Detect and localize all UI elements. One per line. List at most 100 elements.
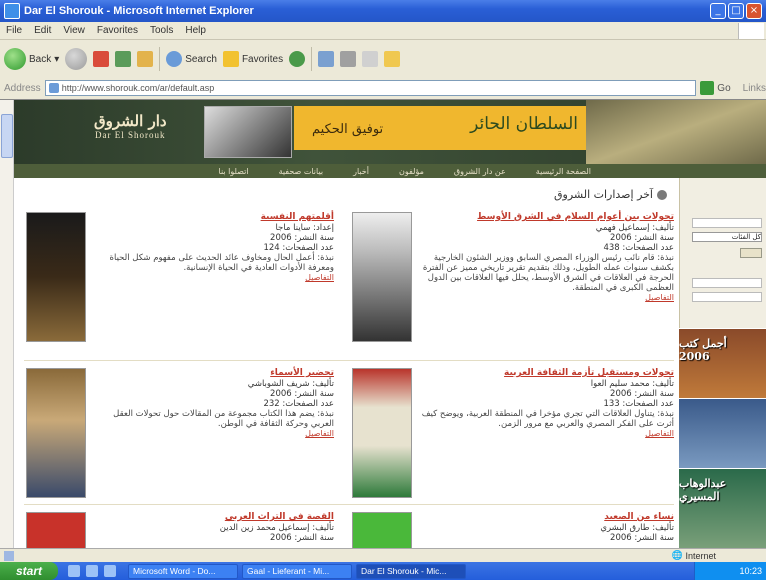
nav-authors[interactable]: مؤلفون [399,167,424,176]
book-cover[interactable] [26,368,86,498]
maximize-button[interactable]: □ [728,3,744,19]
featured-book-banner[interactable]: السلطان الحائر توفيق الحكيم [294,106,590,150]
book-title[interactable]: نساء من الصعيد [419,512,674,522]
search-field[interactable] [692,218,762,228]
book-cover[interactable] [352,368,412,498]
site-banner: دار الشروق Dar El Shorouk السلطان الحائر… [14,100,766,164]
book-cover[interactable] [26,212,86,342]
main-content: آخر إصدارات الشروق تحولات بين أعوام السل… [14,178,679,548]
favorites-label: Favorites [241,53,284,65]
address-url: http://www.shorouk.com/ar/default.asp [61,83,215,93]
featured-author: توفيق الحكيم [312,122,384,137]
desktop-quicklaunch-icon[interactable] [86,565,98,577]
promo-banner[interactable]: أجمل كتب 2006 [679,328,766,398]
forward-arrow-icon [65,48,88,70]
search-button[interactable]: Search [166,51,217,67]
nav-about[interactable]: عن دار الشروق [454,167,506,176]
scrollbar-thumb[interactable] [1,114,13,158]
menu-bar: File Edit View Favorites Tools Help [0,22,766,40]
category-select[interactable]: كل الفئات [692,232,762,242]
taskbar-item[interactable]: Microsoft Word - Do... [128,563,238,579]
book-info: تحضير الأسماء تأليف: شريف الشوباشي سنة ا… [94,368,334,439]
back-button[interactable]: Back ▾ [4,48,59,70]
edit-icon[interactable] [362,51,379,67]
book-title[interactable]: أقلمتهم النفسية [94,212,334,222]
minimize-button[interactable]: _ [710,3,726,19]
home-icon[interactable] [137,51,154,67]
go-button[interactable]: Go [700,81,731,95]
login-field[interactable] [692,278,762,288]
favorites-button[interactable]: Favorites [222,51,284,67]
book-cover[interactable] [26,512,86,548]
folder-icon[interactable] [384,51,401,67]
book-details-link[interactable]: التفاصيل [419,293,674,303]
book-cover[interactable] [352,512,412,548]
taskbar-item-active[interactable]: Dar El Shorouk - Mic... [356,563,466,579]
mail-icon[interactable] [318,51,335,67]
promo-label: عبدالوهاب المسيري [679,477,727,503]
book-info: نساء من الصعيد تأليف: طارق البشري سنة ال… [419,512,674,543]
media-icon[interactable] [289,51,306,67]
book-author: تأليف: إسماعيل فهمي [595,223,674,233]
page-status-icon [4,551,14,561]
menu-help[interactable]: Help [185,25,206,36]
menu-favorites[interactable]: Favorites [97,25,138,36]
book-year: سنة النشر: 2006 [610,233,674,243]
address-label: Address [4,82,41,94]
site-nav: اتصلوا بنا بيانات صحفية أخبار مؤلفون عن … [14,164,766,178]
stop-icon[interactable] [93,51,110,67]
nav-contact[interactable]: اتصلوا بنا [219,167,249,176]
page-viewport: دار الشروق Dar El Shorouk السلطان الحائر… [0,99,766,548]
book-info: القصة في التراث العربي تأليف: إسماعيل مح… [94,512,334,543]
logo-arabic: دار الشروق [94,112,167,130]
book-title[interactable]: تحولات ومستقبل تأزمة الثقافة العربية [419,368,674,378]
nav-press[interactable]: بيانات صحفية [279,167,324,176]
nav-news[interactable]: أخبار [353,167,369,176]
back-dropdown-icon[interactable]: ▾ [54,54,59,65]
book-title[interactable]: تحضير الأسماء [94,368,334,378]
ie-quicklaunch-icon[interactable] [68,565,80,577]
go-label: Go [717,82,731,94]
links-label[interactable]: Links [743,83,766,94]
book-details-link[interactable]: التفاصيل [94,429,334,439]
start-button[interactable]: start [0,562,58,580]
menu-view[interactable]: View [63,25,85,36]
book-title[interactable]: القصة في التراث العربي [94,512,334,522]
refresh-icon[interactable] [115,51,132,67]
promo-banner[interactable]: عبدالوهاب المسيري [679,468,766,548]
search-icon [166,51,183,67]
book-author: تأليف: محمد سليم العوا [590,379,674,389]
taskbar-item[interactable]: Gaal - Lieferant - Mi... [242,563,352,579]
standard-toolbar: Back ▾ Search Favorites [0,41,766,77]
book-year: سنة النشر: 2006 [610,389,674,399]
logo-english: Dar El Shorouk [95,130,166,140]
close-button[interactable]: × [746,3,762,19]
nav-home[interactable]: الصفحة الرئيسية [536,167,591,176]
vertical-scrollbar[interactable] [0,100,14,548]
status-bar: 🌐 Internet [0,548,766,562]
book-author: تأليف: شريف الشوباشي [247,379,334,389]
sidebar-search-button[interactable] [740,248,762,258]
search-label: Search [185,53,217,65]
print-icon[interactable] [340,51,357,67]
media-quicklaunch-icon[interactable] [104,565,116,577]
site-logo[interactable]: دار الشروق Dar El Shorouk [94,112,167,140]
book-details-link[interactable]: التفاصيل [419,429,674,439]
password-field[interactable] [692,292,762,302]
book-pages: عدد الصفحات: 124 [263,243,334,253]
menu-file[interactable]: File [6,25,22,36]
book-cover[interactable] [352,212,412,342]
book-details-link[interactable]: التفاصيل [94,273,334,283]
book-title[interactable]: تحولات بين أعوام السلام في الشرق الأوسط [419,212,674,222]
window-title: Dar El Shorouk - Microsoft Internet Expl… [24,5,254,17]
toolbar-separator [311,47,313,71]
address-input[interactable]: http://www.shorouk.com/ar/default.asp [44,80,697,96]
title-bar[interactable]: Dar El Shorouk - Microsoft Internet Expl… [0,0,766,22]
forward-button[interactable] [65,48,88,70]
toolbar-separator [159,47,161,71]
clock: 10:23 [739,566,762,576]
menu-tools[interactable]: Tools [150,25,173,36]
menu-edit[interactable]: Edit [34,25,51,36]
book-pages: عدد الصفحات: 133 [603,399,674,409]
promo-banner[interactable] [679,398,766,468]
